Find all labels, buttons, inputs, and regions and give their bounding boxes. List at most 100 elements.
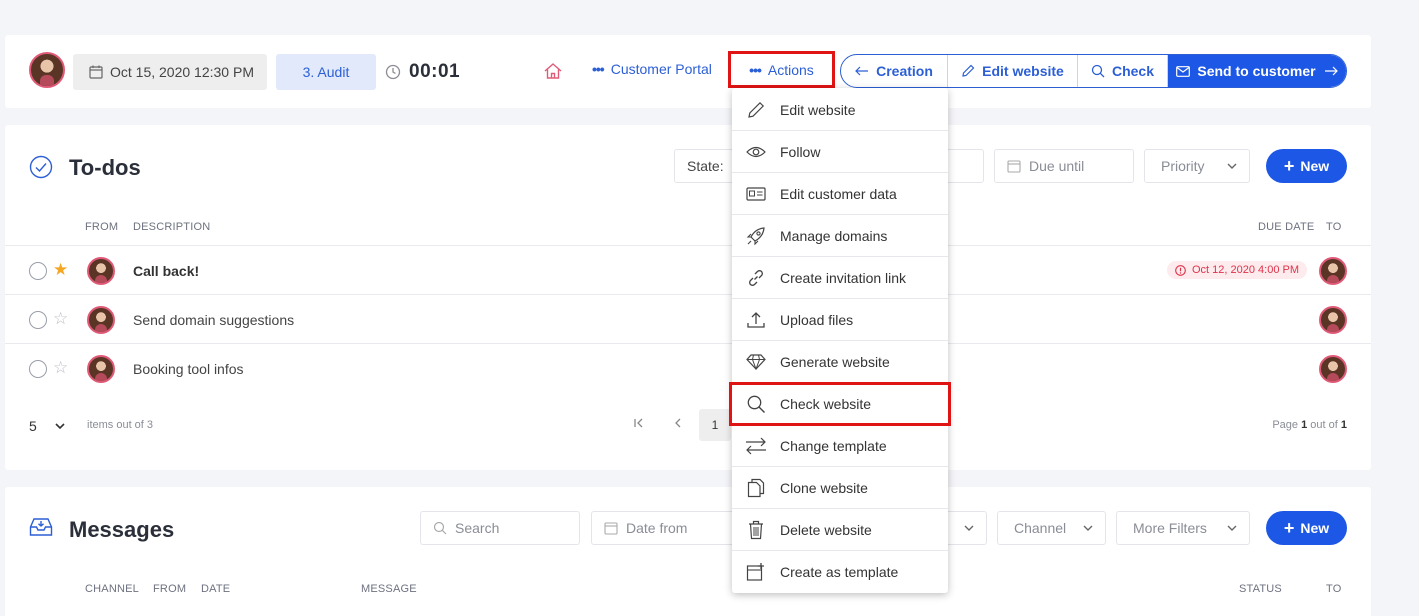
complete-checkbox[interactable] <box>29 360 47 378</box>
creation-button[interactable]: Creation <box>841 55 948 87</box>
star-outline-icon[interactable]: ☆ <box>53 310 68 327</box>
menu-item-check-website[interactable]: Check website <box>729 382 951 426</box>
table-row[interactable]: ☆ Booking tool infos <box>5 343 1371 392</box>
search-input[interactable]: Search <box>420 511 580 545</box>
more-dots-icon: ••• <box>749 61 762 78</box>
priority-filter[interactable]: Priority <box>1144 149 1250 183</box>
top-bar: Oct 15, 2020 12:30 PM 3. Audit 00:01 •••… <box>5 35 1371 108</box>
plus-icon: + <box>1283 517 1295 538</box>
edit-website-button[interactable]: Edit website <box>948 55 1078 87</box>
menu-item-upload-files[interactable]: Upload files <box>732 299 948 341</box>
star-icon[interactable]: ★ <box>53 261 68 278</box>
first-page-icon[interactable] <box>633 417 645 429</box>
actions-label: Actions <box>767 61 814 78</box>
menu-item-label: Delete website <box>780 521 872 538</box>
edit-website-label: Edit website <box>982 63 1064 79</box>
more-dots-icon: ••• <box>592 61 605 77</box>
stage-badge[interactable]: 3. Audit <box>276 54 376 90</box>
current-page-button[interactable]: 1 <box>699 409 731 441</box>
customer-portal-label: Customer Portal <box>610 61 712 77</box>
home-icon[interactable] <box>543 62 563 80</box>
avatar <box>87 306 115 334</box>
table-row[interactable]: ☆ Send domain suggestions <box>5 294 1371 343</box>
search-placeholder: Search <box>455 520 500 536</box>
date-from-placeholder: Date from <box>626 520 688 536</box>
new-todo-label: New <box>1300 158 1330 174</box>
col-from: FROM <box>153 583 187 595</box>
due-date-value: Oct 12, 2020 4:00 PM <box>1192 264 1300 276</box>
page-size-value: 5 <box>29 418 37 434</box>
new-message-button[interactable]: + New <box>1266 511 1347 545</box>
upload-icon <box>732 310 780 330</box>
channel-filter[interactable]: Channel <box>997 511 1106 545</box>
more-filters-dropdown[interactable]: More Filters <box>1116 511 1250 545</box>
pencil-icon <box>962 64 975 77</box>
check-label: Check <box>1111 63 1155 79</box>
actions-button[interactable]: ••• Actions <box>728 51 835 88</box>
menu-item-create-as-template[interactable]: Create as template <box>732 551 948 593</box>
menu-item-follow[interactable]: Follow <box>732 131 948 173</box>
envelope-icon <box>1176 65 1191 77</box>
customer-portal-link[interactable]: ••• Customer Portal <box>592 61 712 77</box>
todo-description: Call back! <box>133 263 200 279</box>
search-icon <box>732 394 780 414</box>
rocket-icon <box>732 226 780 246</box>
date-value: Oct 15, 2020 12:30 PM <box>110 64 254 80</box>
trash-icon <box>732 520 780 540</box>
table-row[interactable]: ★ Call back! Oct 12, 2020 4:00 PM <box>5 245 1371 294</box>
todos-title: To-dos <box>69 155 141 180</box>
stage-label: 3. Audit <box>302 64 350 80</box>
col-status: STATUS <box>1239 583 1282 595</box>
page-label: Page <box>1272 419 1299 431</box>
menu-item-delete-website[interactable]: Delete website <box>732 509 948 551</box>
col-from: FROM <box>85 221 119 233</box>
menu-item-edit-customer-data[interactable]: Edit customer data <box>732 173 948 215</box>
workflow-button-group: Creation Edit website Check Send to cust… <box>840 54 1347 88</box>
inbox-icon <box>29 517 53 537</box>
check-button[interactable]: Check <box>1078 55 1168 87</box>
todo-description: Send domain suggestions <box>133 312 295 328</box>
diamond-icon <box>732 353 780 370</box>
menu-item-generate-website[interactable]: Generate website <box>732 341 948 383</box>
template-icon <box>732 562 780 582</box>
avatar[interactable] <box>29 52 65 88</box>
new-todo-button[interactable]: + New <box>1266 149 1347 183</box>
menu-item-change-template[interactable]: Change template <box>732 425 948 467</box>
menu-item-label: Change template <box>780 437 887 454</box>
state-filter-label: State: <box>687 158 724 174</box>
more-filters-label: More Filters <box>1133 520 1207 536</box>
avatar <box>87 355 115 383</box>
menu-item-create-invitation-link[interactable]: Create invitation link <box>732 257 948 299</box>
out-of-label: out of <box>1310 419 1338 431</box>
messages-panel: Messages Search Date from Channel More F… <box>5 487 1371 616</box>
arrow-right-icon <box>1324 66 1338 76</box>
send-to-customer-label: Send to customer <box>1197 63 1316 79</box>
menu-item-label: Upload files <box>780 311 854 328</box>
chevron-down-icon <box>1227 163 1237 169</box>
page-size-select[interactable]: 5 <box>29 418 65 434</box>
calendar-icon <box>604 522 618 535</box>
complete-checkbox[interactable] <box>29 262 47 280</box>
send-to-customer-button[interactable]: Send to customer <box>1168 55 1346 87</box>
todo-description: Booking tool infos <box>133 361 244 377</box>
chevron-down-icon <box>964 525 974 531</box>
menu-item-edit-website[interactable]: Edit website <box>732 89 948 131</box>
menu-item-label: Manage domains <box>780 227 888 244</box>
chevron-down-icon <box>1227 525 1237 531</box>
star-outline-icon[interactable]: ☆ <box>53 359 68 376</box>
date-field[interactable]: Oct 15, 2020 12:30 PM <box>73 54 267 90</box>
timer-value: 00:01 <box>409 61 461 82</box>
due-until-filter[interactable]: Due until <box>994 149 1134 183</box>
items-count: items out of 3 <box>87 419 154 431</box>
menu-item-manage-domains[interactable]: Manage domains <box>732 215 948 257</box>
arrow-left-icon <box>855 66 869 76</box>
col-to: TO <box>1326 221 1342 233</box>
menu-item-clone-website[interactable]: Clone website <box>732 467 948 509</box>
creation-label: Creation <box>876 63 933 79</box>
avatar <box>1319 355 1347 383</box>
menu-item-label: Follow <box>780 143 821 160</box>
check-circle-icon <box>29 155 53 179</box>
chevron-down-icon <box>55 422 65 429</box>
prev-page-icon[interactable] <box>672 417 684 429</box>
complete-checkbox[interactable] <box>29 311 47 329</box>
